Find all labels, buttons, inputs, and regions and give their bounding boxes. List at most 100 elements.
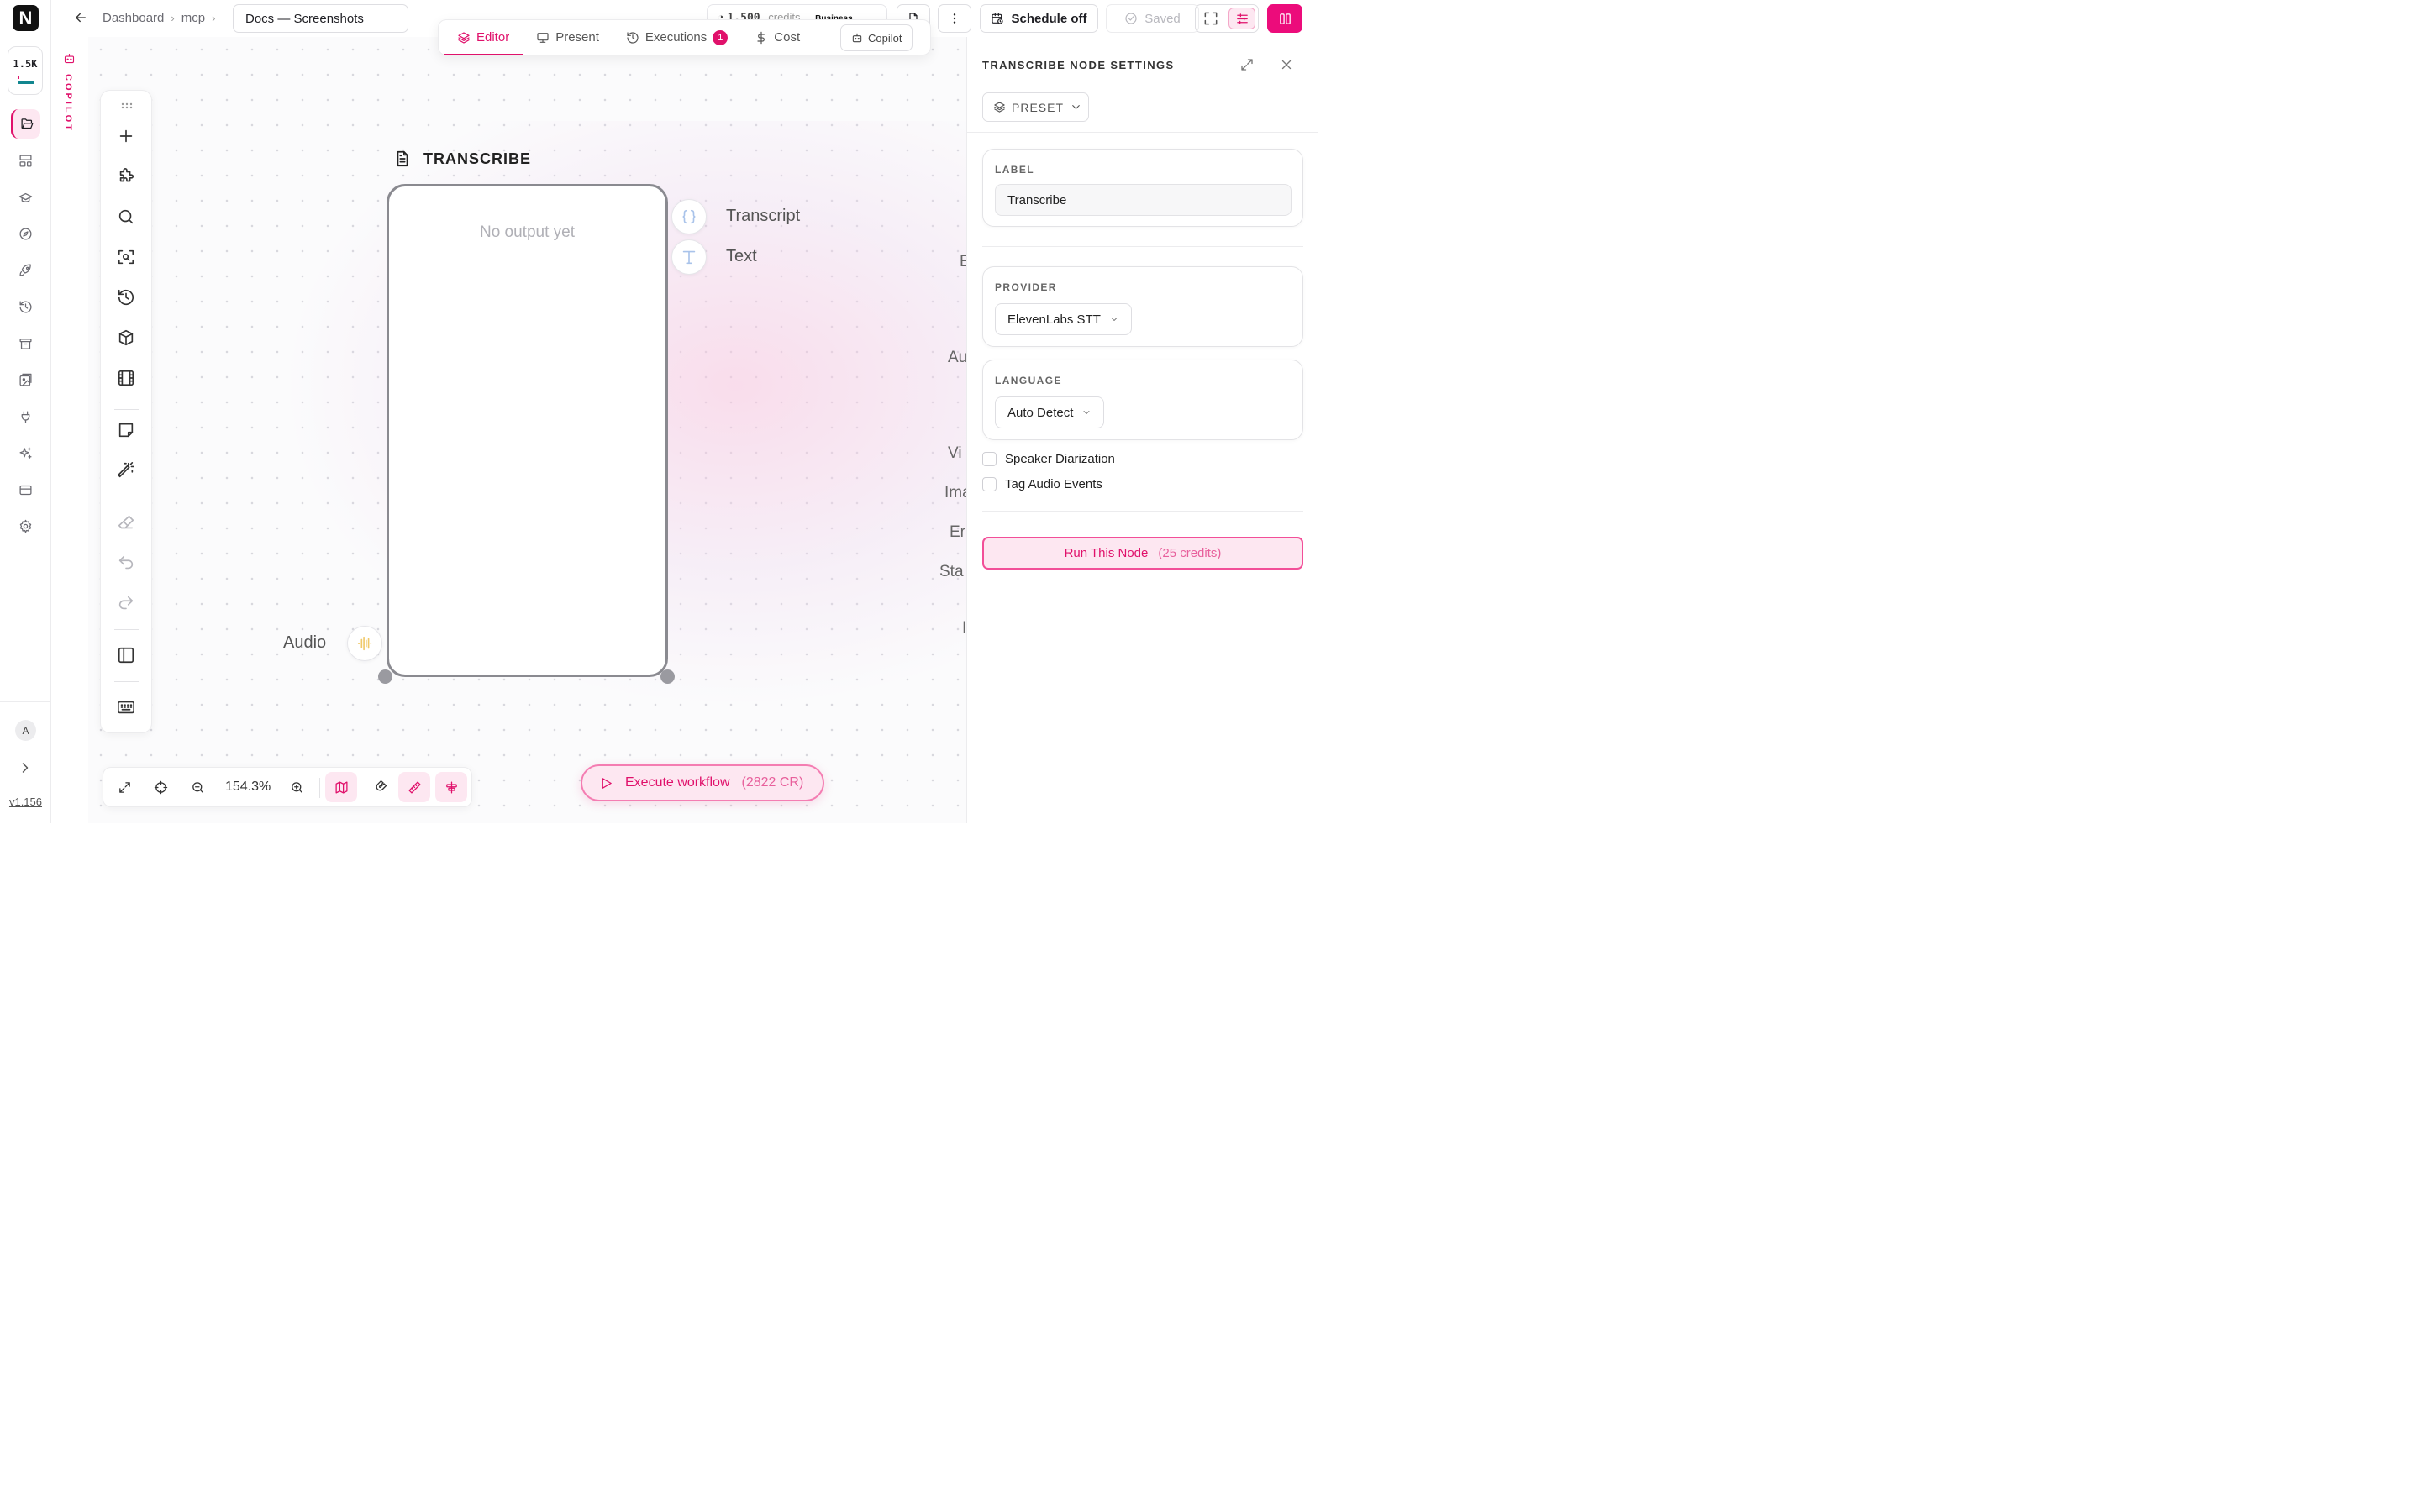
breadcrumb-mcp[interactable]: mcp (182, 11, 205, 25)
output-port-transcript[interactable] (671, 199, 707, 234)
copilot-strip[interactable]: COPILOT (51, 37, 87, 823)
keyboard-icon[interactable] (117, 698, 135, 717)
tab-editor[interactable]: Editor (444, 20, 523, 55)
back-button[interactable] (73, 10, 88, 25)
run-node-button[interactable]: Run This Node (25 credits) (982, 537, 1303, 570)
rail-item-gallery[interactable] (11, 365, 40, 395)
tag-audio-events-checkbox[interactable] (982, 477, 997, 491)
credit-usage-badge[interactable]: 1.5K (8, 46, 43, 95)
calendar-clock-icon (992, 13, 1004, 24)
preset-label: PRESET (1012, 100, 1065, 114)
auto-layout-button[interactable] (371, 777, 391, 797)
provider-value: ElevenLabs STT (1007, 312, 1101, 327)
provider-select[interactable]: ElevenLabs STT (995, 303, 1132, 335)
tab-present[interactable]: Present (523, 20, 613, 55)
box-icon[interactable] (117, 328, 135, 347)
magic-wand-icon[interactable] (117, 461, 135, 480)
search-icon[interactable] (117, 207, 135, 226)
snap-ruler-toggle[interactable] (398, 772, 430, 802)
rail-item-ai[interactable] (11, 438, 40, 468)
settings-panel-toggle[interactable] (1228, 8, 1255, 29)
magnet-icon (376, 780, 387, 791)
avatar[interactable]: A (15, 720, 36, 741)
plus-icon[interactable] (117, 127, 135, 145)
center-view-button[interactable] (150, 777, 171, 797)
scan-search-icon[interactable] (117, 248, 135, 266)
undo-icon[interactable] (117, 554, 135, 572)
saved-label: Saved (1144, 11, 1181, 26)
layout-panel-toggle[interactable] (1267, 4, 1302, 33)
expand-panel-button[interactable] (1239, 57, 1255, 72)
tab-cost[interactable]: Cost (741, 20, 813, 55)
input-port-audio[interactable] (347, 626, 382, 661)
resize-handle-right[interactable] (660, 669, 675, 684)
redo-icon[interactable] (117, 594, 135, 612)
robot-icon (64, 53, 75, 64)
note-icon[interactable] (117, 421, 135, 439)
zoom-out-button[interactable] (187, 777, 208, 797)
more-menu-button[interactable] (938, 4, 971, 33)
close-panel-button[interactable] (1279, 57, 1294, 72)
eraser-icon[interactable] (117, 513, 135, 532)
sliders-icon (1236, 13, 1248, 24)
rail-item-billing[interactable] (11, 475, 40, 505)
resize-handle-left[interactable] (378, 669, 392, 684)
minimap-toggle[interactable] (325, 772, 357, 802)
speaker-diarization-option[interactable]: Speaker Diarization (982, 452, 1115, 466)
rail-item-deploy[interactable] (11, 255, 40, 285)
mode-tabs: Editor Present Executions 1 Cost Copilot (438, 19, 931, 55)
audio-wave-icon (357, 636, 372, 651)
schedule-button[interactable]: Schedule off (980, 4, 1098, 33)
align-toggle[interactable] (435, 772, 467, 802)
node-header[interactable]: TRANSCRIBE (393, 150, 531, 168)
rail-item-explore[interactable] (11, 219, 40, 249)
rail-item-layouts[interactable] (11, 146, 40, 176)
zoom-in-icon (291, 781, 302, 793)
zoom-in-button[interactable] (287, 777, 307, 797)
monitor-icon (537, 32, 549, 43)
preset-dropdown[interactable]: PRESET (982, 92, 1089, 122)
copilot-button[interactable]: Copilot (840, 24, 913, 51)
offscreen-label: Vi (948, 444, 962, 462)
tab-present-label: Present (555, 30, 599, 45)
panel-divider (982, 511, 1303, 512)
document-icon (397, 150, 408, 167)
sidebar-icon[interactable] (117, 646, 135, 664)
credits-pill[interactable]: ◔ 1,500 credits Business (707, 4, 887, 21)
film-icon[interactable] (117, 369, 135, 387)
schedule-label: Schedule off (1011, 11, 1087, 26)
puzzle-icon[interactable] (117, 167, 135, 186)
transcribe-node[interactable]: No output yet (387, 184, 668, 677)
speaker-diarization-checkbox[interactable] (982, 452, 997, 466)
label-input[interactable]: Transcribe (995, 184, 1292, 216)
tag-audio-events-option[interactable]: Tag Audio Events (982, 477, 1102, 491)
chevron-right-icon (22, 763, 29, 773)
language-select[interactable]: Auto Detect (995, 396, 1105, 428)
app-version[interactable]: v1.156 (0, 795, 51, 808)
workflow-canvas[interactable]: TRANSCRIBE No output yet Transcript Text… (88, 37, 966, 823)
layers-icon (458, 31, 470, 44)
rail-item-settings[interactable] (11, 512, 40, 541)
label-card: LABEL Transcribe (982, 149, 1303, 227)
expand-icon (118, 781, 130, 793)
document-title-field[interactable]: Docs — Screenshots (233, 4, 408, 33)
rail-item-archive[interactable] (11, 329, 40, 359)
rail-item-files[interactable] (11, 109, 40, 139)
breadcrumb-dashboard[interactable]: Dashboard (103, 11, 164, 25)
expand-icon (1241, 59, 1253, 71)
rail-item-integrations[interactable] (11, 402, 40, 432)
expand-rail-button[interactable] (17, 759, 34, 776)
offscreen-label: E (960, 253, 966, 270)
fit-view-button[interactable] (114, 777, 134, 797)
rail-item-history[interactable] (11, 292, 40, 322)
ruler-icon (408, 780, 421, 794)
fullscreen-button[interactable] (1202, 10, 1219, 27)
rail-item-learn[interactable] (11, 183, 40, 213)
execute-workflow-button[interactable]: Execute workflow (2822 CR) (581, 764, 824, 801)
drag-grip-icon[interactable] (121, 102, 133, 109)
app-logo[interactable]: N (13, 5, 39, 31)
history-icon[interactable] (117, 288, 135, 307)
tab-executions[interactable]: Executions 1 (613, 20, 741, 55)
graduation-cap-icon (18, 192, 33, 202)
output-port-text[interactable] (671, 239, 707, 275)
